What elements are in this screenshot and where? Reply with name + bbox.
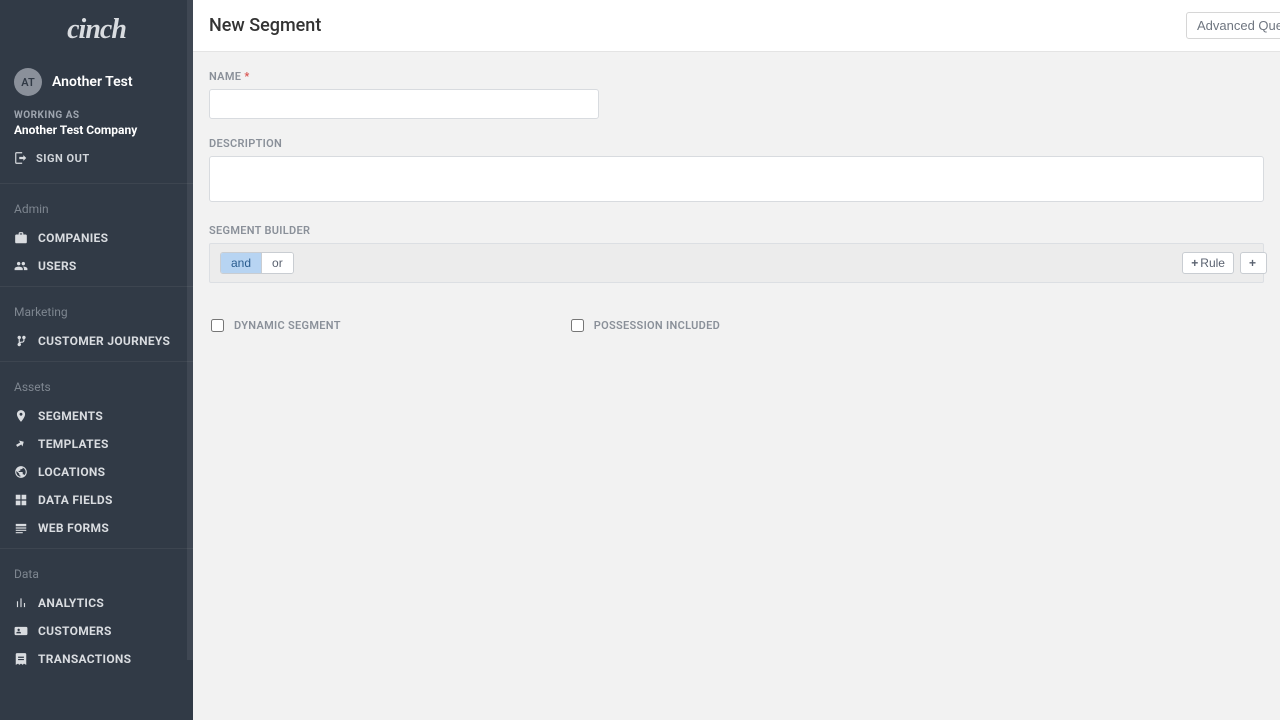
segment-builder: and or +Rule + — [209, 243, 1264, 283]
sidebar-item-customers[interactable]: CUSTOMERS — [0, 617, 193, 645]
sidebar-item-label: USERS — [38, 259, 77, 273]
advanced-query-button[interactable]: Advanced Que — [1186, 12, 1280, 39]
sidebar-item-label: TEMPLATES — [38, 437, 109, 451]
form-area: NAME * DESCRIPTION SEGMENT BUILDER and o… — [193, 52, 1280, 368]
name-input[interactable] — [209, 89, 599, 119]
user-block: AT Another Test — [0, 56, 193, 104]
nav-section-marketing: Marketing CUSTOMER JOURNEYS — [0, 286, 193, 361]
add-group-button[interactable]: + — [1240, 252, 1267, 274]
nav-section-title: Assets — [0, 376, 193, 402]
sidebar-item-templates[interactable]: TEMPLATES — [0, 430, 193, 458]
segment-builder-label: SEGMENT BUILDER — [209, 224, 1264, 237]
branch-icon — [14, 334, 28, 348]
nav-section-title: Marketing — [0, 301, 193, 327]
possession-included-label: POSSESSION INCLUDED — [594, 319, 720, 332]
sidebar-item-transactions[interactable]: TRANSACTIONS — [0, 645, 193, 673]
logo: cinch — [0, 0, 193, 56]
chart-icon — [14, 596, 28, 610]
nav-section-title: Admin — [0, 198, 193, 224]
sidebar-item-analytics[interactable]: ANALYTICS — [0, 589, 193, 617]
sign-out-icon — [14, 151, 28, 165]
globe-icon — [14, 465, 28, 479]
main-content: New Segment Advanced Que NAME * DESCRIPT… — [193, 0, 1280, 720]
sidebar-item-users[interactable]: USERS — [0, 252, 193, 280]
avatar: AT — [14, 68, 42, 96]
sign-out-button[interactable]: SIGN OUT — [0, 137, 193, 183]
plus-icon: + — [1191, 256, 1198, 270]
working-as: WORKING AS Another Test Company — [0, 104, 193, 137]
sidebar-item-label: CUSTOMER JOURNEYS — [38, 334, 170, 348]
add-rule-label: Rule — [1200, 256, 1225, 270]
and-or-toggle: and or — [220, 252, 294, 274]
sidebar-item-label: LOCATIONS — [38, 465, 105, 479]
working-as-label: WORKING AS — [14, 110, 179, 121]
sidebar-item-label: WEB FORMS — [38, 521, 109, 535]
working-as-company: Another Test Company — [14, 123, 179, 137]
nav-section-assets: Assets SEGMENTS TEMPLATES LOCATIONS DATA… — [0, 361, 193, 548]
form-icon — [14, 521, 28, 535]
grid-icon — [14, 493, 28, 507]
sidebar-item-web-forms[interactable]: WEB FORMS — [0, 514, 193, 542]
and-toggle[interactable]: and — [221, 253, 262, 273]
description-label: DESCRIPTION — [209, 137, 1264, 150]
logo-text: cinch — [67, 14, 126, 45]
main-header: New Segment Advanced Que — [193, 0, 1280, 52]
nav-section-data: Data ANALYTICS CUSTOMERS TRANSACTIONS — [0, 548, 193, 679]
sidebar-item-label: ANALYTICS — [38, 596, 104, 610]
name-field-group: NAME * — [209, 70, 1264, 119]
id-card-icon — [14, 624, 28, 638]
receipt-icon — [14, 652, 28, 666]
nav-section-admin: Admin COMPANIES USERS — [0, 183, 193, 286]
sign-out-label: SIGN OUT — [36, 152, 90, 165]
or-toggle[interactable]: or — [262, 253, 293, 273]
briefcase-icon — [14, 231, 28, 245]
pin-icon — [14, 409, 28, 423]
description-field-group: DESCRIPTION — [209, 137, 1264, 206]
sidebar-item-label: SEGMENTS — [38, 409, 103, 423]
name-label-text: NAME — [209, 70, 241, 83]
page-title: New Segment — [209, 15, 321, 36]
add-rule-button[interactable]: +Rule — [1182, 252, 1234, 274]
description-input[interactable] — [209, 156, 1264, 202]
dynamic-segment-checkbox-item[interactable]: DYNAMIC SEGMENT — [211, 319, 341, 332]
nav-section-title: Data — [0, 563, 193, 589]
name-label: NAME * — [209, 70, 1264, 83]
builder-actions: +Rule + — [1182, 252, 1267, 274]
checkbox-row: DYNAMIC SEGMENT POSSESSION INCLUDED — [209, 301, 1264, 350]
dynamic-segment-label: DYNAMIC SEGMENT — [234, 319, 341, 332]
plus-icon: + — [1249, 256, 1256, 270]
possession-included-checkbox-item[interactable]: POSSESSION INCLUDED — [571, 319, 720, 332]
sidebar-item-customer-journeys[interactable]: CUSTOMER JOURNEYS — [0, 327, 193, 355]
sidebar-item-companies[interactable]: COMPANIES — [0, 224, 193, 252]
sidebar: cinch AT Another Test WORKING AS Another… — [0, 0, 193, 720]
users-icon — [14, 259, 28, 273]
sidebar-item-label: CUSTOMERS — [38, 624, 112, 638]
sidebar-item-segments[interactable]: SEGMENTS — [0, 402, 193, 430]
dynamic-segment-checkbox[interactable] — [211, 319, 224, 332]
sidebar-item-label: COMPANIES — [38, 231, 108, 245]
megaphone-icon — [14, 437, 28, 451]
possession-included-checkbox[interactable] — [571, 319, 584, 332]
sidebar-item-label: TRANSACTIONS — [38, 652, 131, 666]
sidebar-item-locations[interactable]: LOCATIONS — [0, 458, 193, 486]
required-indicator: * — [244, 70, 249, 83]
user-name: Another Test — [52, 74, 133, 90]
segment-builder-group: SEGMENT BUILDER and or +Rule + — [209, 224, 1264, 283]
sidebar-item-label: DATA FIELDS — [38, 493, 113, 507]
sidebar-item-data-fields[interactable]: DATA FIELDS — [0, 486, 193, 514]
